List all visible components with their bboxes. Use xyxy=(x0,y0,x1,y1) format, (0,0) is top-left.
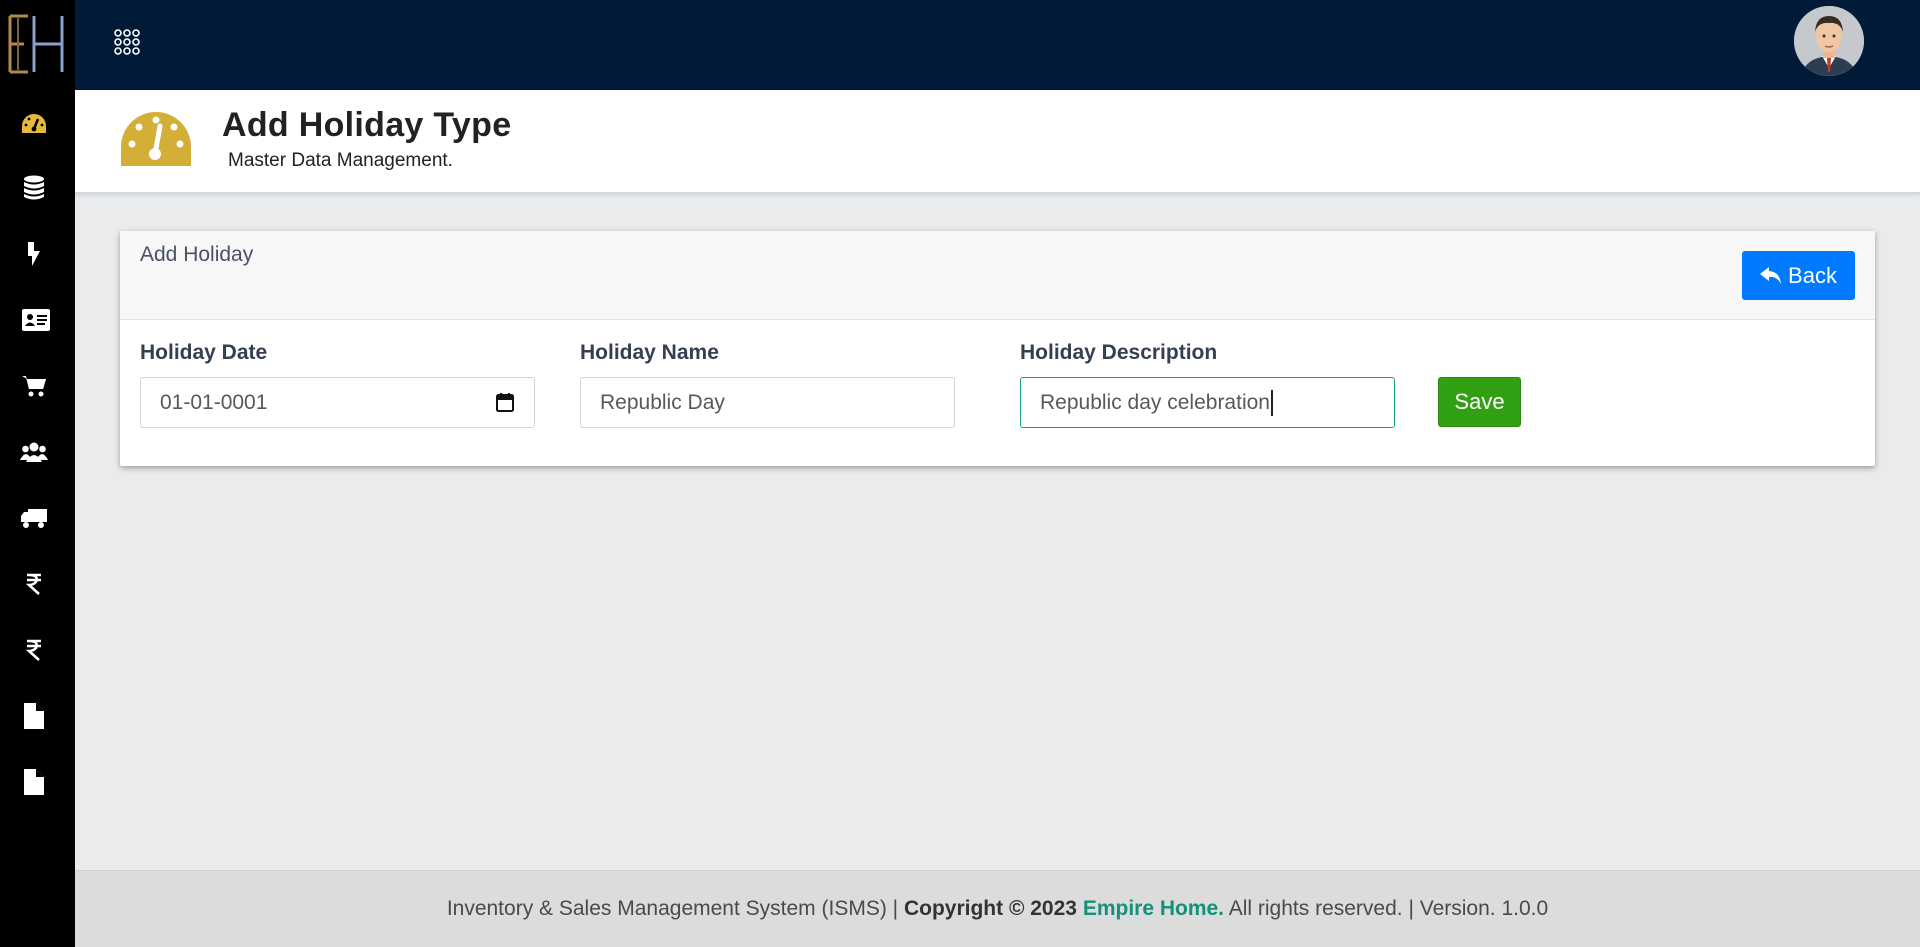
holiday-date-input[interactable]: 01-01-0001 xyxy=(140,377,535,428)
sidebar xyxy=(0,0,75,947)
card-header: Add Holiday Back xyxy=(120,231,1875,320)
dashboard-icon xyxy=(119,110,193,173)
apps-grid-icon[interactable] xyxy=(113,28,147,62)
file-icon[interactable] xyxy=(20,702,48,730)
eh-monogram-logo xyxy=(8,14,64,74)
reply-icon xyxy=(1760,266,1782,284)
footer-copyright: Copyright © 2023 xyxy=(903,897,1077,920)
calendar-icon[interactable] xyxy=(496,393,514,418)
footer-rights: All rights reserved. | Version. 1.0.0 xyxy=(1228,897,1549,920)
page-title: Add Holiday Type xyxy=(222,106,512,144)
holiday-name-input[interactable]: Republic Day xyxy=(580,377,955,428)
page-header: Add Holiday Type Master Data Management. xyxy=(75,90,1920,194)
add-holiday-card: Add Holiday Back Holiday Date 01-01-0001… xyxy=(120,231,1875,466)
holiday-date-label: Holiday Date xyxy=(140,341,268,364)
truck-icon[interactable] xyxy=(20,504,48,532)
cart-icon[interactable] xyxy=(20,372,48,400)
holiday-description-input[interactable]: Republic day celebration xyxy=(1020,377,1395,428)
id-card-icon[interactable] xyxy=(22,306,50,334)
text-caret xyxy=(1270,389,1273,416)
footer: Inventory & Sales Management System (ISM… xyxy=(75,870,1920,947)
back-button[interactable]: Back xyxy=(1742,251,1855,300)
dashboard-icon[interactable] xyxy=(20,110,48,138)
footer-system: Inventory & Sales Management System (ISM… xyxy=(446,897,899,920)
file-icon[interactable] xyxy=(20,768,48,796)
footer-company-link[interactable]: Empire Home. xyxy=(1083,897,1224,920)
holiday-name-label: Holiday Name xyxy=(580,341,719,364)
holiday-date-value: 01-01-0001 xyxy=(160,390,268,414)
back-button-label: Back xyxy=(1788,262,1837,288)
database-icon[interactable] xyxy=(20,174,48,202)
users-icon[interactable] xyxy=(20,438,48,466)
footer-text: Inventory & Sales Management System (ISM… xyxy=(75,897,1920,921)
rupee-icon[interactable] xyxy=(20,570,48,598)
holiday-description-label: Holiday Description xyxy=(1020,341,1218,364)
rupee-icon[interactable] xyxy=(20,636,48,664)
page-subtitle: Master Data Management. xyxy=(228,150,453,171)
holiday-description-value: Republic day celebration xyxy=(1040,390,1270,414)
card-title: Add Holiday xyxy=(140,243,254,266)
brand-logo[interactable] xyxy=(0,0,75,90)
user-avatar[interactable] xyxy=(1794,6,1864,76)
holiday-name-value: Republic Day xyxy=(600,390,725,414)
bolt-icon[interactable] xyxy=(20,240,48,268)
topbar xyxy=(75,0,1920,90)
save-button[interactable]: Save xyxy=(1438,377,1521,427)
